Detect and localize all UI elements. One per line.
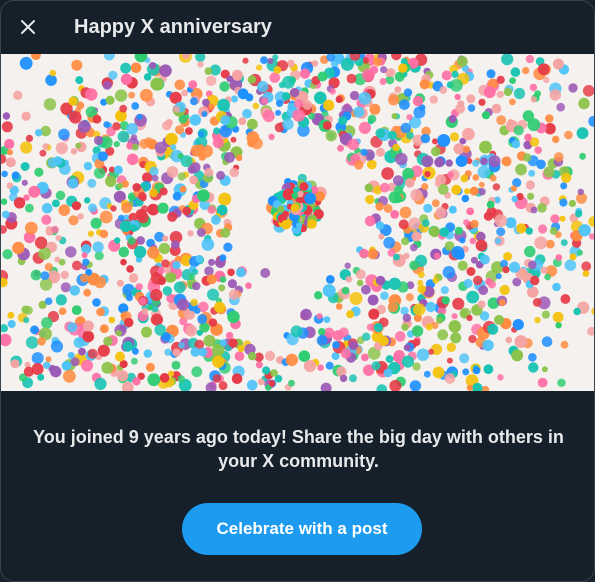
close-button[interactable]	[9, 8, 47, 46]
dialog-header: Happy X anniversary	[1, 1, 594, 54]
dialog-title: Happy X anniversary	[74, 16, 272, 38]
anniversary-hero-image	[1, 54, 594, 391]
anniversary-dialog: Happy X anniversary You joined 9 years a…	[0, 0, 595, 582]
anniversary-message: You joined 9 years ago today! Share the …	[33, 427, 564, 471]
confetti-nine-illustration	[1, 54, 594, 391]
close-icon	[18, 17, 38, 37]
celebrate-button[interactable]: Celebrate with a post	[182, 503, 422, 555]
